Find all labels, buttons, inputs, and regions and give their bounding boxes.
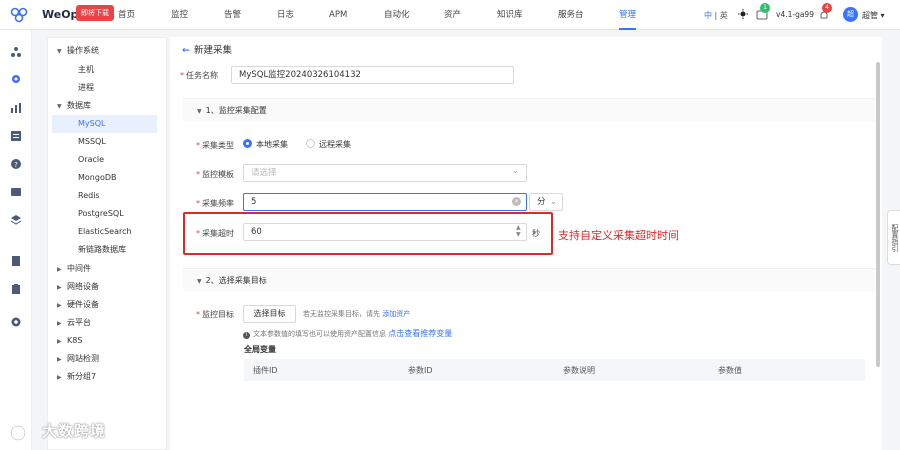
tree-item-mysql[interactable]: MySQL xyxy=(52,115,157,133)
download-badge[interactable]: 即将下载 xyxy=(76,5,114,21)
chevron-down-icon: ⌄ xyxy=(512,166,519,175)
nav-service-desk[interactable]: 服务台 xyxy=(558,0,584,30)
back-button[interactable]: ← 新建采集 xyxy=(182,42,232,56)
tree-item-process[interactable]: 进程 xyxy=(78,79,94,97)
watermark-logo-icon xyxy=(10,425,26,441)
nav-log[interactable]: 日志 xyxy=(277,0,294,30)
no-target-hint: 若无监控采集目标，请先 添加资产 xyxy=(303,310,411,318)
version-label[interactable]: v4.1-ga99 xyxy=(776,10,814,19)
nav-automation[interactable]: 自动化 xyxy=(384,0,410,30)
nav-monitor[interactable]: 监控 xyxy=(171,0,188,30)
user-name: 超管 xyxy=(862,11,878,20)
tree-item-host[interactable]: 主机 xyxy=(78,61,94,79)
view-vars-link[interactable]: 点击查看推荐变量 xyxy=(388,329,452,338)
clipboard-icon[interactable] xyxy=(10,283,22,295)
select-target-button[interactable]: 选择目标 xyxy=(243,305,296,323)
document-icon[interactable] xyxy=(10,255,22,267)
section-select-target[interactable]: ▼ 2、选择采集目标 xyxy=(183,268,875,292)
freq-unit-select[interactable]: 分 ⌄ xyxy=(529,193,563,211)
tree-item-mongodb[interactable]: MongoDB xyxy=(78,169,117,187)
chart-icon[interactable] xyxy=(10,102,22,114)
tree-group-website[interactable]: ▶ 网站检测 xyxy=(57,350,99,368)
tree-item-oracle[interactable]: Oracle xyxy=(78,151,104,169)
freq-label: * 采集频率 xyxy=(196,199,234,208)
notice-count-badge: 4 xyxy=(822,3,832,13)
weops-logo-icon[interactable] xyxy=(10,7,28,23)
col-param-desc: 参数说明 xyxy=(563,366,595,375)
main-scrollbar[interactable] xyxy=(876,62,880,367)
svg-text:?: ? xyxy=(14,161,18,169)
stepper-icon[interactable]: ▲ ▼ xyxy=(516,224,521,238)
timeout-annotation: 支持自定义采集超时时间 xyxy=(558,229,679,242)
target-label: * 监控目标 xyxy=(196,310,234,319)
user-menu[interactable]: 超管 ▾ xyxy=(862,10,885,21)
help-icon[interactable]: ? xyxy=(10,158,22,170)
box-icon[interactable] xyxy=(10,186,22,198)
info-icon: i xyxy=(243,332,250,339)
nav-asset[interactable]: 资产 xyxy=(444,0,461,30)
nav-alarm[interactable]: 告警 xyxy=(224,0,241,30)
freq-input[interactable]: 5 xyxy=(243,193,527,211)
info-hint: i 文本参数值的填写也可以使用资产配置信息 点击查看推荐变量 xyxy=(243,328,452,339)
tree-item-elasticsearch[interactable]: ElasticSearch xyxy=(78,223,132,241)
timeout-label: * 采集超时 xyxy=(196,229,234,238)
timeout-unit: 秒 xyxy=(532,229,540,238)
global-vars-table-header xyxy=(244,359,865,381)
sun-icon[interactable] xyxy=(738,9,748,19)
template-label: * 监控模板 xyxy=(196,170,234,179)
nav-knowledge[interactable]: 知识库 xyxy=(497,0,523,30)
nav-apm[interactable]: APM xyxy=(329,0,347,30)
tree-group-k8s[interactable]: ▶ K8S xyxy=(57,332,82,350)
watermark-text: 大数跨境 xyxy=(42,422,107,440)
icon-rail: ? xyxy=(0,30,32,450)
language-switch[interactable]: 中 | 英 xyxy=(704,10,728,21)
lang-separator: | xyxy=(714,11,718,20)
collect-type-label: * 采集类型 xyxy=(196,141,234,150)
section-collect-config[interactable]: ▼ 1、监控采集配置 xyxy=(183,98,875,122)
radio-local-collect[interactable]: 本地采集 xyxy=(243,139,288,150)
clear-icon[interactable]: × xyxy=(512,197,521,206)
report-icon[interactable] xyxy=(10,130,22,142)
tree-group-os[interactable]: ▼ 操作系统 xyxy=(57,42,99,60)
topology-icon[interactable] xyxy=(10,46,22,58)
tree-item-postgresql[interactable]: PostgreSQL xyxy=(78,205,124,223)
message-count-badge: 1 xyxy=(760,3,770,13)
tree-item-new-link-db[interactable]: 新链路数据库 xyxy=(78,241,126,259)
tree-item-mssql[interactable]: MSSQL xyxy=(78,133,106,151)
tree-item-redis[interactable]: Redis xyxy=(78,187,100,205)
tree-group-middleware[interactable]: ▶ 中间件 xyxy=(57,260,91,278)
task-name-label: * 任务名称 xyxy=(180,71,218,80)
tree-group-new-group7[interactable]: ▶ 新分组7 xyxy=(57,368,96,386)
timeout-input[interactable]: 60 xyxy=(243,223,527,241)
location-icon[interactable] xyxy=(10,74,22,86)
gear-icon[interactable] xyxy=(10,316,22,328)
nav-manage[interactable]: 管理 xyxy=(619,0,637,30)
lang-en[interactable]: 英 xyxy=(720,11,728,20)
task-name-input[interactable]: MySQL监控20240326104132 xyxy=(231,66,514,84)
col-plugin-id: 插件ID xyxy=(253,366,278,375)
lang-zh[interactable]: 中 xyxy=(704,11,712,20)
back-arrow-icon[interactable]: ← xyxy=(182,45,190,56)
tree-group-database[interactable]: ▼ 数据库 xyxy=(57,97,91,115)
tree-group-network[interactable]: ▶ 网络设备 xyxy=(57,278,99,296)
avatar[interactable]: 超 xyxy=(843,7,858,22)
col-param-value: 参数值 xyxy=(718,366,742,375)
nav-home[interactable]: 首页 xyxy=(118,0,135,30)
add-asset-link[interactable]: 添加资产 xyxy=(382,310,410,318)
page-title: 新建采集 xyxy=(193,45,232,56)
tree-group-hardware[interactable]: ▶ 硬件设备 xyxy=(57,296,99,314)
tree-group-cloud[interactable]: ▶ 云平台 xyxy=(57,314,91,332)
global-vars-title: 全局变量 xyxy=(244,345,276,354)
top-nav-bar: WeOps 即将下载 首页 监控 告警 日志 APM 自动化 资产 知识库 服务… xyxy=(0,0,900,30)
config-guide-tab[interactable]: 配置指引 xyxy=(887,210,900,265)
col-param-id: 参数ID xyxy=(408,366,433,375)
template-select[interactable]: 请选择 xyxy=(243,164,527,182)
layers-icon[interactable] xyxy=(10,214,22,226)
radio-remote-collect[interactable]: 远程采集 xyxy=(306,139,351,150)
